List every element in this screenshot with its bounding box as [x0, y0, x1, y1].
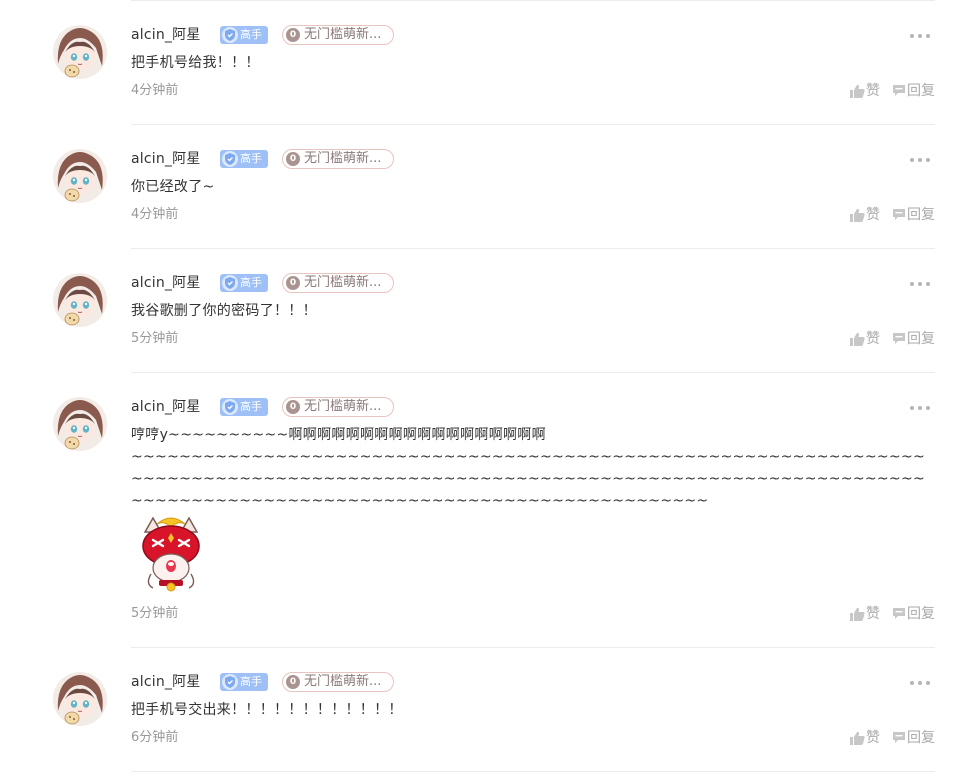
level-badge: 高手 — [220, 26, 268, 44]
level-label: 高手 — [240, 276, 262, 289]
more-dots-icon[interactable] — [910, 33, 930, 39]
more-dots-icon[interactable] — [910, 157, 930, 163]
timestamp: 4分钟前 — [131, 83, 179, 98]
fan-badge-count: 0 — [286, 675, 300, 689]
timestamp: 4分钟前 — [131, 207, 179, 222]
timestamp: 5分钟前 — [131, 331, 179, 346]
like-label: 赞 — [866, 331, 880, 347]
fan-badge[interactable]: 0 无门槛萌新... — [282, 149, 394, 169]
reply-button[interactable]: 回复 — [892, 206, 936, 224]
level-label: 高手 — [240, 152, 262, 165]
fan-badge-count: 0 — [286, 400, 300, 414]
like-button[interactable]: 赞 — [850, 206, 886, 224]
comment-item: alcin_阿星 高手 0 无门槛萌新... 把手机号给我！！！ 4分钟前 赞 … — [0, 0, 953, 124]
reply-label: 回复 — [907, 331, 935, 347]
reply-label: 回复 — [907, 207, 935, 223]
more-dots-icon[interactable] — [910, 281, 930, 287]
more-dots-icon[interactable] — [910, 405, 930, 411]
timestamp: 6分钟前 — [131, 730, 179, 745]
timestamp: 5分钟前 — [131, 606, 179, 621]
level-label: 高手 — [240, 400, 262, 413]
comment-divider — [131, 771, 935, 772]
username[interactable]: alcin_阿星 — [131, 397, 201, 417]
like-label: 赞 — [866, 730, 880, 746]
comment-item: alcin_阿星 高手 0 无门槛萌新... 哼哼y~~~~~~~~~~啊啊啊啊… — [0, 372, 953, 647]
fan-badge[interactable]: 0 无门槛萌新... — [282, 397, 394, 417]
fan-badge-count: 0 — [286, 152, 300, 166]
reply-button[interactable]: 回复 — [892, 605, 936, 623]
fan-badge-label: 无门槛萌新... — [304, 151, 382, 166]
level-label: 高手 — [240, 675, 262, 688]
comment-item: alcin_阿星 高手 0 无门槛萌新... 你已经改了~ 4分钟前 赞 回复 — [0, 124, 953, 248]
comment-text: 我谷歌删了你的密码了！！！ — [131, 303, 317, 319]
like-button[interactable]: 赞 — [850, 330, 886, 348]
comment-text: 哼哼y~~~~~~~~~~啊啊啊啊啊啊啊啊啊啊啊啊啊啊啊啊啊啊 ~~~~~~~~… — [131, 427, 926, 509]
fan-badge[interactable]: 0 无门槛萌新... — [282, 672, 394, 692]
reply-button[interactable]: 回复 — [892, 729, 936, 747]
comment-item: alcin_阿星 高手 0 无门槛萌新... 把手机号交出来！！！！！！！！！！… — [0, 647, 953, 771]
like-label: 赞 — [866, 606, 880, 622]
like-button[interactable]: 赞 — [850, 605, 886, 623]
username[interactable]: alcin_阿星 — [131, 25, 201, 45]
like-label: 赞 — [866, 207, 880, 223]
avatar[interactable] — [52, 148, 108, 204]
fan-badge-label: 无门槛萌新... — [304, 399, 382, 414]
more-dots-icon[interactable] — [910, 680, 930, 686]
like-button[interactable]: 赞 — [850, 82, 886, 100]
comment-text: 你已经改了~ — [131, 179, 215, 195]
shield-icon — [222, 275, 238, 291]
level-badge: 高手 — [220, 150, 268, 168]
fan-badge-label: 无门槛萌新... — [304, 275, 382, 290]
level-badge: 高手 — [220, 673, 268, 691]
fan-badge[interactable]: 0 无门槛萌新... — [282, 25, 394, 45]
fan-badge-count: 0 — [286, 276, 300, 290]
avatar[interactable] — [52, 24, 108, 80]
reply-label: 回复 — [907, 83, 935, 99]
reply-label: 回复 — [907, 606, 935, 622]
shield-icon — [222, 27, 238, 43]
username[interactable]: alcin_阿星 — [131, 273, 201, 293]
username[interactable]: alcin_阿星 — [131, 672, 201, 692]
comment-item: alcin_阿星 高手 0 无门槛萌新... 我谷歌删了你的密码了！！！ 5分钟… — [0, 248, 953, 372]
comment-text: 把手机号给我！！！ — [131, 55, 260, 71]
fan-badge-label: 无门槛萌新... — [304, 674, 382, 689]
like-button[interactable]: 赞 — [850, 729, 886, 747]
avatar[interactable] — [52, 671, 108, 727]
level-badge: 高手 — [220, 274, 268, 292]
shield-icon — [222, 399, 238, 415]
fan-badge[interactable]: 0 无门槛萌新... — [282, 273, 394, 293]
fan-badge-count: 0 — [286, 28, 300, 42]
red-masked-fox-sticker — [131, 514, 211, 594]
level-label: 高手 — [240, 28, 262, 41]
reply-button[interactable]: 回复 — [892, 330, 936, 348]
username[interactable]: alcin_阿星 — [131, 149, 201, 169]
comment-text: 把手机号交出来！！！！！！！！！！！！ — [131, 702, 403, 718]
reply-label: 回复 — [907, 730, 935, 746]
level-badge: 高手 — [220, 398, 268, 416]
avatar[interactable] — [52, 396, 108, 452]
fan-badge-label: 无门槛萌新... — [304, 27, 382, 42]
like-label: 赞 — [866, 83, 880, 99]
avatar[interactable] — [52, 272, 108, 328]
shield-icon — [222, 151, 238, 167]
shield-icon — [222, 674, 238, 690]
reply-button[interactable]: 回复 — [892, 82, 936, 100]
